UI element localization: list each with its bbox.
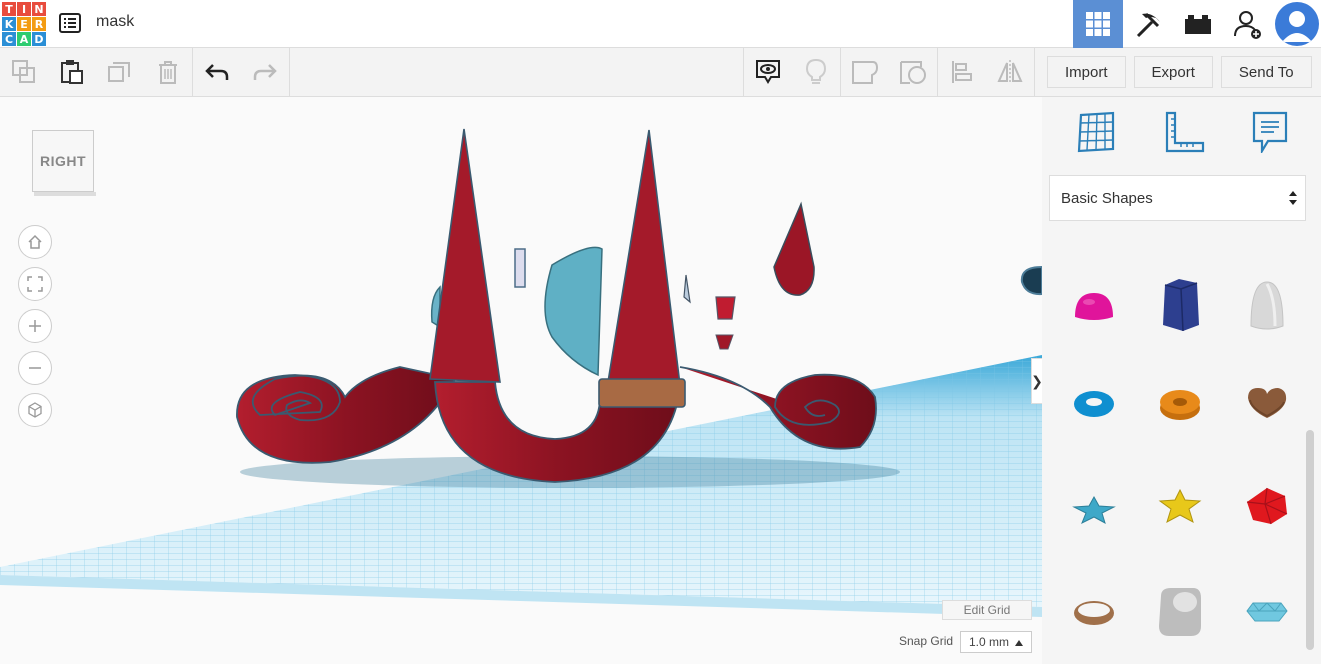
select-arrows-icon <box>1289 191 1297 205</box>
tube-shape[interactable] <box>1150 374 1210 434</box>
duplicate-icon[interactable] <box>96 48 144 96</box>
workplane-scene[interactable] <box>0 97 1042 664</box>
logo-letter: T <box>2 2 16 16</box>
collapse-panel-button[interactable]: ❯ <box>1031 358 1042 404</box>
logo-letter: N <box>32 2 46 16</box>
pickaxe-icon[interactable] <box>1123 0 1173 48</box>
logo-letter: K <box>2 17 16 31</box>
paraboloid-shape[interactable] <box>1237 275 1297 335</box>
perspective-button[interactable] <box>18 393 52 427</box>
design-list-icon[interactable] <box>58 11 82 35</box>
half-sphere-shape[interactable] <box>1064 275 1124 335</box>
logo-letter: E <box>17 17 31 31</box>
icosahedron-shape[interactable] <box>1237 476 1297 536</box>
home-view-button[interactable] <box>18 225 52 259</box>
left-curl[interactable] <box>236 366 457 464</box>
tinkercad-logo[interactable]: T I N K E R C A D <box>2 2 46 46</box>
ruler-icon[interactable] <box>1163 111 1205 158</box>
star-blue-shape[interactable] <box>1064 480 1124 540</box>
grid-3d-icon[interactable] <box>1073 0 1123 48</box>
logo-letter: C <box>2 32 16 46</box>
panel-scrollbar[interactable] <box>1306 430 1314 650</box>
user-avatar-icon <box>1275 2 1319 46</box>
view-cube-face[interactable]: RIGHT <box>32 130 94 192</box>
panel-tools <box>1042 97 1321 171</box>
horn-band[interactable] <box>598 378 686 408</box>
torus-shape[interactable] <box>1064 374 1124 434</box>
delete-icon[interactable] <box>144 48 192 96</box>
view-cube[interactable]: RIGHT <box>32 130 96 196</box>
redo-icon[interactable] <box>241 48 289 96</box>
heart-shape[interactable] <box>1237 374 1297 434</box>
notes-panel-icon[interactable] <box>1252 111 1288 158</box>
rounded-box-shape[interactable] <box>1150 582 1210 642</box>
shape-library-value: Basic Shapes <box>1061 189 1153 207</box>
floating-part[interactable] <box>544 246 603 377</box>
caret-up-icon <box>1015 640 1023 646</box>
chevron-right-icon: ❯ <box>1031 372 1042 389</box>
shapes-panel: Basic Shapes <box>1042 97 1321 664</box>
view-cube-shadow <box>34 192 96 196</box>
logo-letter: R <box>32 17 46 31</box>
logo-letter: D <box>32 32 46 46</box>
floating-horn-small[interactable] <box>773 201 815 296</box>
shape-library-select[interactable]: Basic Shapes <box>1049 175 1306 221</box>
header-actions <box>1073 0 1321 48</box>
zoom-out-button[interactable] <box>18 351 52 385</box>
workplane-viewport[interactable]: RIGHT Edit Grid Snap Grid 1.0 mm ❯ <box>0 97 1042 664</box>
workplane-icon[interactable] <box>1075 111 1117 158</box>
floating-part[interactable] <box>715 334 734 350</box>
top-bar: T I N K E R C A D mask <box>0 0 1321 48</box>
add-user-icon[interactable] <box>1223 0 1273 48</box>
gem-shape[interactable] <box>1237 582 1297 642</box>
fit-view-button[interactable] <box>18 267 52 301</box>
edit-grid-button[interactable]: Edit Grid <box>942 600 1032 620</box>
cube-icon <box>28 402 42 418</box>
zoom-in-button[interactable] <box>18 309 52 343</box>
export-button[interactable]: Export <box>1133 56 1213 88</box>
right-horn[interactable] <box>607 129 681 386</box>
fit-icon <box>27 276 43 292</box>
logo-letter: I <box>17 2 31 16</box>
floating-part[interactable] <box>683 274 691 304</box>
toolbar-divider <box>1034 48 1035 96</box>
toolbar-divider <box>289 48 290 96</box>
import-button[interactable]: Import <box>1047 56 1126 88</box>
left-horn[interactable] <box>429 128 501 383</box>
send-to-button[interactable]: Send To <box>1220 56 1312 88</box>
view-actions: Import Export Send To <box>743 48 1312 96</box>
plus-icon <box>29 320 41 332</box>
shape-icon[interactable] <box>841 48 889 96</box>
mirror-icon[interactable] <box>986 48 1034 96</box>
ring-shape[interactable] <box>1064 582 1124 642</box>
light-icon[interactable] <box>792 48 840 96</box>
snap-grid-select[interactable]: 1.0 mm <box>960 631 1032 653</box>
snap-grid-value: 1.0 mm <box>969 635 1010 649</box>
hole-icon[interactable] <box>889 48 937 96</box>
polygon-shape[interactable] <box>1150 275 1210 335</box>
bricks-icon[interactable] <box>1173 0 1223 48</box>
minus-icon <box>29 367 41 369</box>
align-icon[interactable] <box>938 48 986 96</box>
copy-icon[interactable] <box>0 48 48 96</box>
floating-part-edge[interactable] <box>1020 265 1042 296</box>
snap-grid-label: Snap Grid <box>899 634 954 648</box>
design-title[interactable]: mask <box>96 13 134 31</box>
notes-icon[interactable] <box>744 48 792 96</box>
floating-part[interactable] <box>715 296 736 320</box>
undo-icon[interactable] <box>193 48 241 96</box>
paste-icon[interactable] <box>48 48 96 96</box>
edit-actions <box>0 48 290 96</box>
edit-toolbar: Import Export Send To <box>0 48 1321 97</box>
avatar[interactable] <box>1273 0 1321 48</box>
star-yellow-shape[interactable] <box>1150 476 1210 536</box>
home-icon <box>28 234 42 249</box>
shape-grid <box>1042 232 1306 664</box>
floating-part[interactable] <box>514 248 526 288</box>
logo-letter: A <box>17 32 31 46</box>
